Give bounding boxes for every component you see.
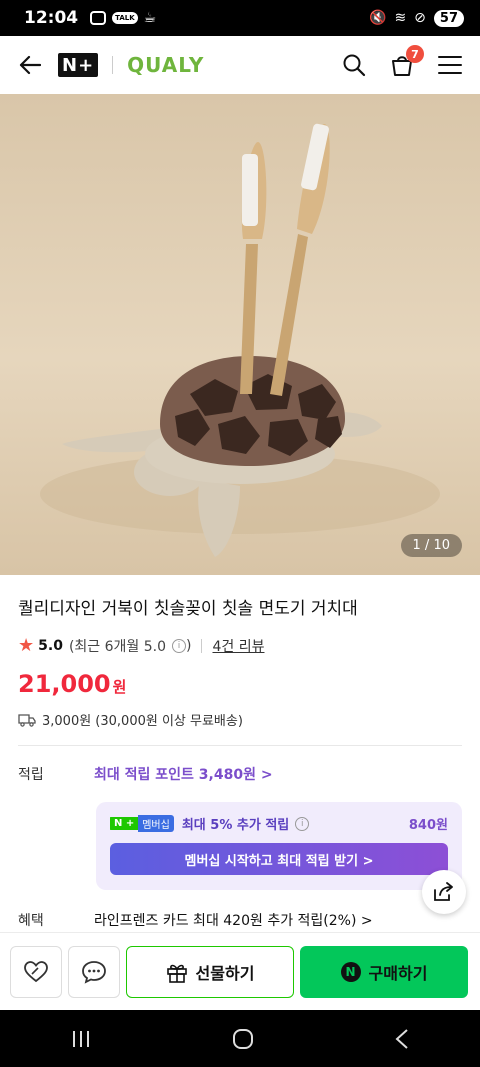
rating-separator: [201, 638, 203, 653]
top-app-bar: N+ QUALY 7: [0, 36, 480, 94]
delivery-truck-icon: [18, 713, 36, 727]
store-brand-link[interactable]: QUALY: [127, 53, 204, 77]
gift-button-label: 선물하기: [195, 963, 255, 983]
product-image-gallery[interactable]: 1 / 10: [0, 94, 480, 575]
status-bar: 12:04 TALK ☕ 🔇 ≋ ⊘ 57: [0, 0, 480, 36]
points-label: 적립: [18, 767, 44, 783]
status-notification-icons: TALK ☕: [90, 10, 156, 26]
review-count-link[interactable]: 4건 리뷰: [212, 636, 264, 656]
gift-icon: [166, 964, 187, 983]
search-icon: [343, 54, 366, 77]
menu-button[interactable]: [436, 51, 464, 79]
chat-bubble-icon: [82, 960, 106, 984]
naver-pay-icon: N: [340, 961, 361, 982]
status-system-icons: 🔇 ≋ ⊘ 57: [369, 9, 464, 27]
battery-icon: 57: [433, 9, 464, 27]
shipping-row: 3,000원 (30,000원 이상 무료배송): [18, 710, 462, 729]
logo-divider: [112, 56, 114, 74]
rating-row: ★ 5.0 (최근 6개월 5.0 i ) 4건 리뷰: [18, 635, 462, 656]
membership-badge-np: N +: [110, 817, 139, 830]
membership-badge: N + 멤버십: [110, 815, 174, 832]
membership-info-icon[interactable]: i: [295, 816, 310, 831]
section-divider: [18, 745, 462, 746]
buy-button-label: 구매하기: [368, 963, 428, 983]
star-icon: ★: [18, 635, 35, 656]
gift-button[interactable]: 선물하기: [126, 945, 294, 998]
product-info: 퀄리디자인 거북이 칫솔꽂이 칫솔 면도기 거치대 ★ 5.0 (최근 6개월 …: [0, 575, 480, 784]
membership-badge-text: 멤버십: [138, 815, 174, 832]
screen-record-icon: [90, 11, 107, 25]
naver-plus-logo[interactable]: N+: [58, 53, 99, 77]
membership-amount: 840원: [408, 818, 448, 833]
card-benefit-link[interactable]: 라인프렌즈 카드 최대 420원 추가 적립(2%) >: [94, 910, 373, 930]
rating-detail: (최근 6개월 5.0: [68, 638, 167, 655]
system-navigation-bar: [0, 1010, 480, 1067]
cup-icon: ☕: [143, 10, 157, 26]
wifi-icon: ≋: [394, 10, 407, 26]
rating-info-icon[interactable]: i: [172, 638, 187, 653]
product-title: 퀄리디자인 거북이 칫솔꽂이 칫솔 면도기 거치대: [18, 599, 358, 619]
gallery-counter: 1 / 10: [400, 534, 462, 557]
membership-info: N + 멤버십 최대 5% 추가 적립 i 840원: [110, 814, 448, 833]
membership-panel: N + 멤버십 최대 5% 추가 적립 i 840원 멤버십 시작하고 최대 적…: [96, 802, 462, 890]
mute-icon: 🔇: [369, 10, 387, 26]
wishlist-button[interactable]: [10, 945, 62, 998]
talk-icon: TALK: [112, 12, 138, 24]
price-currency: 원: [112, 678, 127, 696]
dnd-icon: ⊘: [414, 10, 426, 26]
membership-text: 최대 5% 추가 적립: [181, 818, 290, 833]
price-row: 21,000 원: [18, 670, 462, 698]
heart-icon: [24, 960, 48, 982]
chat-inquiry-button[interactable]: [68, 945, 120, 998]
app-bar-actions: 7: [340, 45, 464, 79]
status-time: 12:04: [24, 8, 79, 28]
home-icon[interactable]: [231, 1027, 255, 1051]
rating-score: 5.0: [38, 637, 63, 654]
shipping-fee: 3,000원 (30,000원 이상 무료배송): [42, 714, 243, 729]
back-arrow-icon: [19, 55, 41, 75]
product-image: [40, 123, 440, 557]
back-button[interactable]: [16, 51, 44, 79]
share-icon: [434, 882, 453, 901]
max-points-link[interactable]: 최대 적립 포인트 3,480원 >: [94, 764, 273, 784]
cart-button[interactable]: 7: [388, 45, 424, 79]
back-nav-icon[interactable]: [394, 1028, 410, 1050]
benefit-label: 혜택: [18, 913, 44, 929]
product-price: 21,000: [18, 670, 111, 698]
buy-now-button[interactable]: N 구매하기: [300, 945, 468, 998]
points-row: 적립 최대 적립 포인트 3,480원 >: [18, 764, 462, 784]
rating-detail-end: ): [186, 637, 192, 654]
cart-count-badge: 7: [406, 45, 424, 63]
search-button[interactable]: [340, 51, 368, 79]
membership-start-button[interactable]: 멤버십 시작하고 최대 적립 받기 >: [110, 843, 448, 875]
hamburger-menu-icon: [438, 56, 462, 74]
purchase-action-bar: 선물하기 N 구매하기: [0, 932, 480, 1010]
recent-apps-icon[interactable]: [70, 1029, 92, 1049]
benefit-row: 혜택 라인프렌즈 카드 최대 420원 추가 적립(2%) >: [18, 910, 373, 930]
share-button[interactable]: [422, 870, 466, 914]
